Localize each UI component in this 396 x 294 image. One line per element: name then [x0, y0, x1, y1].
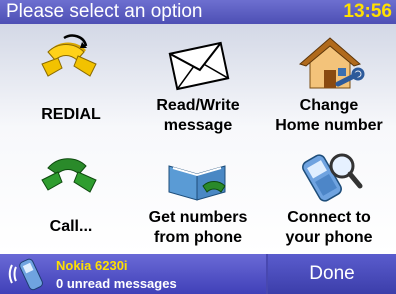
unread-messages: 0 unread messages: [56, 276, 177, 291]
page-title: Please select an option: [6, 1, 203, 22]
envelope-icon: [168, 41, 230, 91]
phone-status: Nokia 6230i 0 unread messages: [0, 254, 266, 294]
call-label: Call...: [49, 218, 93, 235]
get-numbers-label-2: from phone: [154, 229, 242, 246]
connect-phone-label-1: Connect to: [287, 209, 371, 226]
device-name: Nokia 6230i: [56, 258, 128, 273]
read-write-message-button[interactable]: Read/Write message: [137, 30, 259, 140]
call-handset-icon: [41, 158, 97, 193]
title-bar: Please select an option 13:56: [0, 0, 396, 24]
call-button[interactable]: Call...: [10, 142, 132, 252]
get-numbers-button[interactable]: Get numbers from phone: [137, 142, 259, 252]
redial-button[interactable]: REDIAL: [10, 30, 132, 140]
get-numbers-label-1: Get numbers: [148, 209, 248, 226]
status-bar: Nokia 6230i 0 unread messages Done: [0, 254, 396, 294]
read-write-message-label-2: message: [163, 117, 233, 134]
change-home-number-label-2: Home number: [275, 117, 383, 134]
connect-phone-label-2: your phone: [285, 229, 373, 246]
home-wrench-icon: [299, 37, 365, 89]
options-grid: REDIAL Read/Write message Change Home nu…: [0, 24, 396, 254]
screen: Please select an option 13:56 REDIAL Rea…: [0, 0, 396, 294]
redial-handset-icon: [41, 34, 97, 77]
phonebook-icon: [168, 165, 226, 201]
done-button[interactable]: Done: [268, 254, 396, 294]
connect-phone-button[interactable]: Connect to your phone: [268, 142, 390, 252]
change-home-number-label-1: Change: [299, 97, 359, 114]
phone-search-icon: [302, 153, 363, 202]
clock: 13:56: [343, 1, 392, 22]
bluetooth-phone-icon: [8, 258, 43, 291]
change-home-number-button[interactable]: Change Home number: [268, 30, 390, 140]
redial-label: REDIAL: [41, 106, 101, 123]
read-write-message-label-1: Read/Write: [156, 97, 240, 114]
